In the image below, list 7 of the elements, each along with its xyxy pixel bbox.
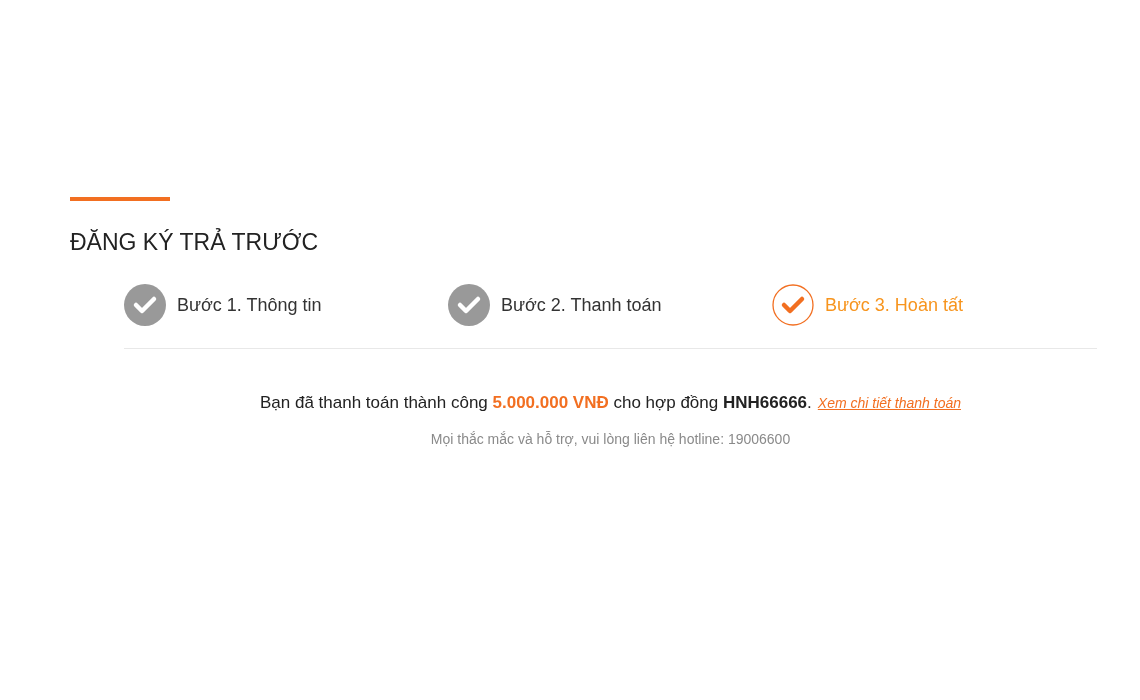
details-link[interactable]: Xem chi tiết thanh toán: [817, 395, 961, 411]
step-label: Bước 1. Thông tin: [177, 294, 322, 316]
step-label: Bước 3. Hoàn tất: [825, 294, 963, 316]
step-label: Bước 2. Thanh toán: [501, 294, 662, 316]
success-message: Bạn đã thanh toán thành công 5.000.000 VNĐ cho hợp đồng HNH66666.: [260, 393, 812, 413]
hotline-hint: Mọi thắc mắc và hỗ trợ, vui lòng liên hệ hotline: 19006600: [429, 431, 792, 447]
page-title: ĐĂNG KÝ TRẢ TRƯỚC: [70, 229, 320, 256]
